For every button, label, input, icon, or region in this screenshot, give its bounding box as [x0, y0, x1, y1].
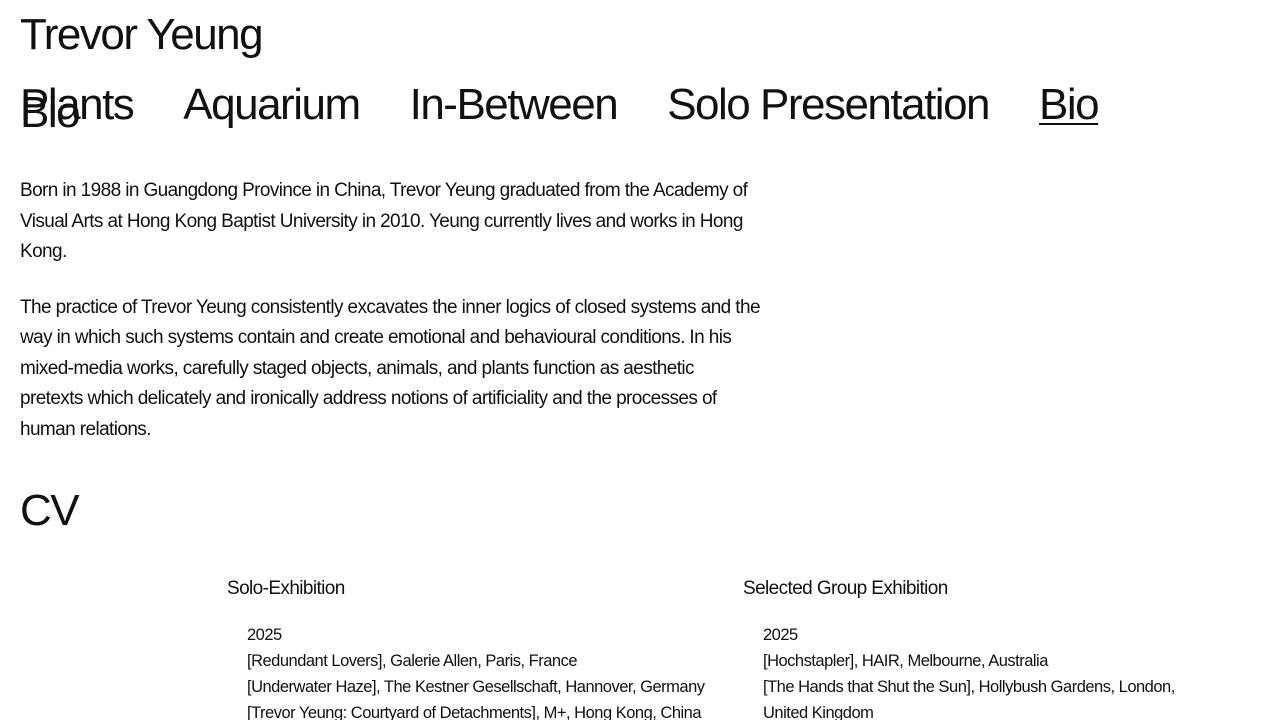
nav-item-in-between[interactable]: In-Between — [410, 80, 619, 130]
page: Trevor Yeung Bio Plants Aquarium In-Betw… — [0, 0, 1280, 720]
cv-solo-entries: 2025 [Redundant Lovers], Galerie Allen, … — [227, 622, 727, 720]
cv-list-item: [Trevor Yeung: Courtyard of Detachments]… — [247, 704, 702, 720]
cv-list-item: [Redundant Lovers], Galerie Allen, Paris… — [247, 652, 578, 670]
cv-solo-column: Solo-Exhibition 2025 [Redundant Lovers],… — [227, 576, 727, 720]
cv-list-item: [Underwater Haze], The Kestner Gesellsch… — [247, 678, 705, 696]
cv-list-item: [The Hands that Shut the Sun], Hollybush… — [763, 678, 1175, 720]
site-title-link[interactable]: Trevor Yeung — [20, 10, 264, 60]
cv-group-column: Selected Group Exhibition 2025 [Hochstap… — [743, 576, 1223, 720]
main-nav: Plants Aquarium In-Between Solo Presenta… — [20, 80, 1100, 130]
bio-text: Born in 1988 in Guangdong Province in Ch… — [20, 176, 761, 470]
nav-item-aquarium[interactable]: Aquarium — [183, 80, 361, 130]
cv-year: 2025 — [247, 626, 282, 644]
bio-paragraph: Born in 1988 in Guangdong Province in Ch… — [20, 180, 748, 262]
nav-item-bio[interactable]: Bio — [1039, 80, 1100, 130]
cv-list-item: [Hochstapler], HAIR, Melbourne, Australi… — [763, 652, 1048, 670]
nav-item-solo-presentation[interactable]: Solo Presentation — [667, 80, 990, 130]
cv-solo-title: Solo-Exhibition — [227, 578, 345, 599]
cv-heading: CV — [20, 486, 80, 535]
cv-group-entries: 2025 [Hochstapler], HAIR, Melbourne, Aus… — [743, 622, 1223, 720]
bio-paragraph: The practice of Trevor Yeung consistentl… — [20, 296, 761, 440]
cv-group-title: Selected Group Exhibition — [743, 578, 948, 599]
nav-item-plants[interactable]: Plants — [20, 80, 135, 130]
cv-year: 2025 — [763, 626, 798, 644]
